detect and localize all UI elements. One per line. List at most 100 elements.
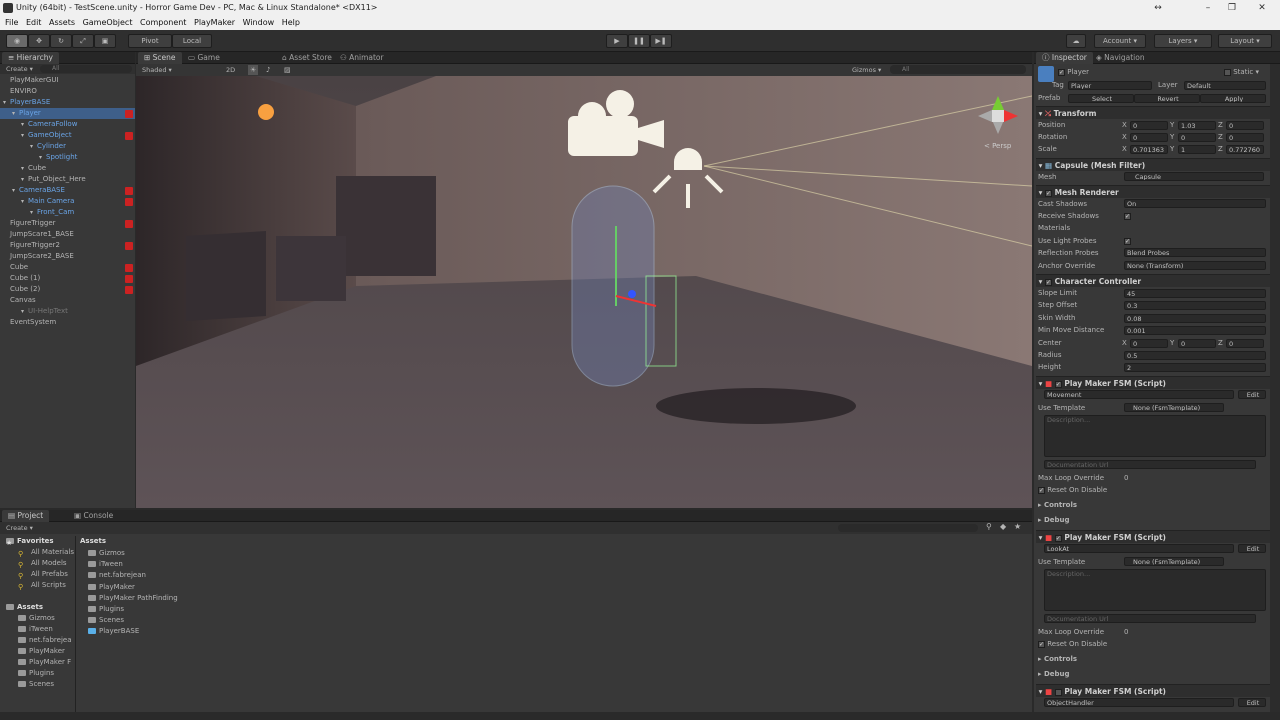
rotate-tool-icon[interactable]: ↻ [50, 34, 72, 48]
tab-animator[interactable]: ⚇ Animator [334, 52, 390, 64]
foldout-arrow-icon[interactable]: ▾ [39, 152, 42, 163]
directional-light-icon[interactable] [258, 104, 274, 120]
foldout-arrow-icon[interactable]: ▾ [21, 130, 24, 141]
hierarchy-item[interactable]: ▾ Put_Object_Here [0, 174, 135, 185]
hierarchy-item[interactable]: ▾ Front_Cam [0, 207, 135, 218]
use-light-probes-checkbox[interactable]: ✓ [1124, 235, 1136, 247]
hierarchy-item[interactable]: ▾ CameraFollow [0, 119, 135, 130]
play-icon[interactable]: ▶ [606, 34, 628, 48]
transform-header[interactable]: ▾ ⤯ Transform [1036, 106, 1270, 119]
foldout-arrow-icon[interactable]: ▾ [30, 207, 33, 218]
project-file-item[interactable]: Scenes [88, 615, 124, 626]
fsm2-doc-url-field[interactable]: Documentation Url [1044, 614, 1256, 623]
hierarchy-item[interactable]: ▾ CameraBASE [0, 185, 135, 196]
favorite-item[interactable]: ⚲ All Scripts [0, 580, 66, 591]
layout-dropdown[interactable]: Layout ▾ [1218, 34, 1272, 48]
menu-component[interactable]: Component [135, 16, 186, 30]
fsm2-max-loop-field[interactable]: 0 [1124, 626, 1144, 638]
shading-mode-dropdown[interactable]: Shaded ▾ [142, 65, 172, 75]
hierarchy-item[interactable]: ▾ Player [0, 108, 135, 119]
scale-x-field[interactable]: 0.701363 [1130, 145, 1168, 154]
persp-label[interactable]: < Persp [984, 142, 1012, 150]
fsm1-header[interactable]: ▾ ■ ✓ Play Maker FSM (Script) [1036, 376, 1270, 389]
assets-foldout[interactable]: Assets [0, 602, 43, 613]
scene-viewport[interactable]: < Persp [136, 76, 1032, 508]
menu-gameobject[interactable]: GameObject [78, 16, 133, 30]
center-x-field[interactable]: 0 [1130, 338, 1168, 348]
layers-dropdown[interactable]: Layers ▾ [1154, 34, 1212, 48]
scale-tool-icon[interactable]: ⤢ [72, 34, 94, 48]
close-icon[interactable]: ✕ [1250, 0, 1274, 16]
foldout-arrow-icon[interactable]: ▾ [21, 306, 24, 317]
foldout-arrow-icon[interactable]: ▾ [21, 174, 24, 185]
menu-playmaker[interactable]: PlayMaker [189, 16, 235, 30]
move-tool-icon[interactable]: ✥ [28, 34, 50, 48]
maximize-icon[interactable]: ❐ [1220, 0, 1244, 16]
prefab-revert-button[interactable]: Revert [1134, 94, 1200, 103]
minimize-icon[interactable]: – [1196, 0, 1220, 16]
materials-foldout[interactable]: Materials [1038, 222, 1266, 234]
menu-file[interactable]: File [0, 16, 18, 30]
project-file-item[interactable]: Gizmos [88, 548, 125, 559]
folder-tree-item[interactable]: iTween [0, 624, 53, 635]
project-file-item[interactable]: PlayMaker PathFinding [88, 593, 178, 604]
project-file-item[interactable]: iTween [88, 559, 123, 570]
folder-tree-item[interactable]: PlayMaker F [0, 657, 71, 668]
tab-inspector[interactable]: ⓘ Inspector [1036, 52, 1093, 64]
hierarchy-item[interactable]: Cube (1) [0, 273, 135, 284]
project-file-item[interactable]: net.fabrejean [88, 570, 146, 581]
center-z-field[interactable]: 0 [1226, 338, 1264, 348]
character-controller-header[interactable]: ▾ ✓ Character Controller [1036, 274, 1270, 287]
hierarchy-item[interactable]: ▾ Cylinder [0, 141, 135, 152]
hierarchy-item[interactable]: ENVIRO [0, 86, 135, 97]
hierarchy-item[interactable]: ▾ Cube [0, 163, 135, 174]
menu-edit[interactable]: Edit [21, 16, 42, 30]
radius-field[interactable]: 0.5 [1124, 351, 1266, 360]
star-filter-icon[interactable]: ★ [1014, 522, 1021, 531]
object-name-field[interactable]: Player [1067, 68, 1089, 76]
static-toggle[interactable]: Static ▾ [1224, 66, 1268, 78]
position-y-field[interactable]: 1.03 [1178, 121, 1216, 130]
foldout-arrow-icon[interactable]: ▾ [21, 119, 24, 130]
2d-toggle[interactable]: 2D [226, 65, 235, 75]
hierarchy-item[interactable]: FigureTrigger2 [0, 240, 135, 251]
fsm2-controls-foldout[interactable]: ▸ Controls [1038, 653, 1266, 665]
project-file-item[interactable]: Plugins [88, 604, 124, 615]
center-y-field[interactable]: 0 [1178, 338, 1216, 348]
position-x-field[interactable]: 0 [1130, 121, 1168, 130]
pause-icon[interactable]: ❚❚ [628, 34, 650, 48]
foldout-arrow-icon[interactable]: ▾ [12, 108, 15, 119]
skin-width-field[interactable]: 0.08 [1124, 313, 1266, 323]
project-file-item[interactable]: PlayerBASE [88, 626, 139, 637]
foldout-arrow-icon[interactable]: ▾ [21, 196, 24, 207]
fsm2-reset-on-disable[interactable]: ✓ Reset On Disable [1038, 638, 1266, 650]
menu-help[interactable]: Help [277, 16, 300, 30]
fsm2-debug-foldout[interactable]: ▸ Debug [1038, 668, 1266, 680]
fsm1-description-field[interactable]: Description... [1044, 415, 1266, 457]
tag-dropdown[interactable]: Player [1068, 81, 1152, 90]
favorites-foldout[interactable]: ★ Favorites [0, 536, 54, 547]
scale-y-field[interactable]: 1 [1178, 145, 1216, 154]
fsm1-reset-on-disable[interactable]: ✓ Reset On Disable [1038, 484, 1266, 496]
hierarchy-item[interactable]: ▾ GameObject [0, 130, 135, 141]
fsm1-doc-url-field[interactable]: Documentation Url [1044, 460, 1256, 469]
foldout-arrow-icon[interactable]: ▾ [3, 97, 6, 108]
project-search-input[interactable] [838, 524, 978, 532]
effects-toggle-icon[interactable]: ▨ [284, 65, 291, 75]
receive-shadows-checkbox[interactable]: ✓ [1124, 210, 1136, 222]
fsm3-name-field[interactable]: ObjectHandler [1044, 698, 1234, 707]
fsm1-debug-foldout[interactable]: ▸ Debug [1038, 514, 1266, 526]
project-file-item[interactable]: PlayMaker [88, 582, 135, 593]
hierarchy-item[interactable]: Canvas [0, 295, 135, 306]
prefab-apply-button[interactable]: Apply [1200, 94, 1266, 103]
tab-scene[interactable]: ⊞ Scene [138, 52, 182, 64]
folder-tree-item[interactable]: PlayMaker [0, 646, 65, 657]
tab-console[interactable]: ▣ Console [68, 510, 119, 522]
active-checkbox[interactable]: ✓ [1058, 68, 1065, 76]
favorite-item[interactable]: ⚲ All Prefabs [0, 569, 68, 580]
folder-tree-item[interactable]: Gizmos [0, 613, 55, 624]
hierarchy-item[interactable]: Cube [0, 262, 135, 273]
reflection-probes-dropdown[interactable]: Blend Probes [1124, 248, 1266, 257]
fsm1-controls-foldout[interactable]: ▸ Controls [1038, 499, 1266, 511]
scale-z-field[interactable]: 0.772760 [1226, 145, 1264, 154]
